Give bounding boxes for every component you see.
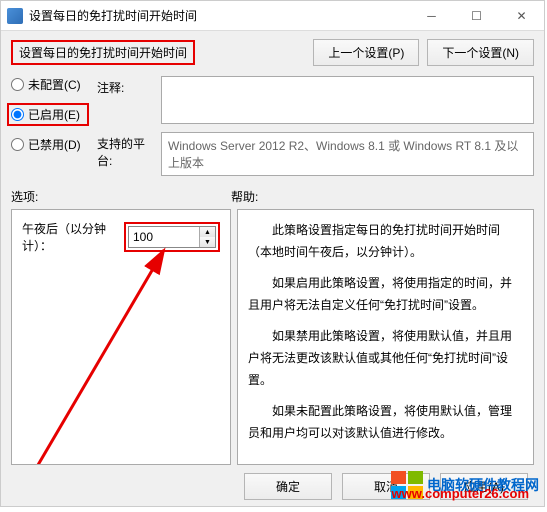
radio-unconfigured-label: 未配置(C) <box>28 76 81 93</box>
window-title: 设置每日的免打扰时间开始时间 <box>29 7 409 24</box>
cancel-button[interactable]: 取消 <box>342 473 430 500</box>
help-label: 帮助: <box>231 188 258 205</box>
ok-button[interactable]: 确定 <box>244 473 332 500</box>
minutes-spinner[interactable]: ▲ ▼ <box>128 226 216 248</box>
minutes-input[interactable] <box>129 227 199 247</box>
platform-field: Windows Server 2012 R2、Windows 8.1 或 Win… <box>161 132 534 176</box>
radio-disabled-label: 已禁用(D) <box>28 136 81 153</box>
setting-heading: 设置每日的免打扰时间开始时间 <box>11 40 195 65</box>
radio-enabled-input[interactable] <box>11 108 24 121</box>
radio-enabled[interactable]: 已启用(E) <box>7 103 89 126</box>
help-text: 如果未配置此策略设置，将使用默认值，管理员和用户均可以对该默认值进行修改。 <box>248 401 523 444</box>
radio-unconfigured[interactable]: 未配置(C) <box>11 76 89 93</box>
radio-disabled[interactable]: 已禁用(D) <box>11 136 89 153</box>
platform-label: 支持的平台: <box>97 132 155 169</box>
option-minutes-label: 午夜后（以分钟计）： <box>22 220 118 254</box>
maximize-button[interactable]: ☐ <box>454 1 499 31</box>
help-text: 如果启用此策略设置，将使用指定的时间，并且用户将无法自定义任何“免打扰时间”设置… <box>248 273 523 316</box>
close-button[interactable]: ✕ <box>499 1 544 31</box>
help-text: 此策略设置指定每日的免打扰时间开始时间（本地时间午夜后，以分钟计）。 <box>248 220 523 263</box>
app-icon <box>7 8 23 24</box>
radio-enabled-label: 已启用(E) <box>28 106 80 123</box>
apply-button[interactable]: 应用(A) <box>440 473 528 500</box>
spinner-up-icon[interactable]: ▲ <box>200 227 215 237</box>
next-setting-button[interactable]: 下一个设置(N) <box>427 39 534 66</box>
comment-label: 注释: <box>97 76 155 96</box>
options-panel: 午夜后（以分钟计）： ▲ ▼ <box>11 209 231 465</box>
radio-disabled-input[interactable] <box>11 138 24 151</box>
state-radio-group: 未配置(C) 已启用(E) 已禁用(D) <box>11 76 89 176</box>
titlebar: 设置每日的免打扰时间开始时间 ─ ☐ ✕ <box>1 1 544 31</box>
spinner-down-icon[interactable]: ▼ <box>200 237 215 247</box>
minimize-button[interactable]: ─ <box>409 1 454 31</box>
annotation-arrow-icon <box>24 246 204 465</box>
options-label: 选项: <box>11 188 231 205</box>
prev-setting-button[interactable]: 上一个设置(P) <box>313 39 419 66</box>
comment-field[interactable] <box>161 76 534 124</box>
radio-unconfigured-input[interactable] <box>11 78 24 91</box>
help-panel: 此策略设置指定每日的免打扰时间开始时间（本地时间午夜后，以分钟计）。 如果启用此… <box>237 209 534 465</box>
help-text: 如果禁用此策略设置，将使用默认值，并且用户将无法更改该默认值或其他任何“免打扰时… <box>248 326 523 391</box>
